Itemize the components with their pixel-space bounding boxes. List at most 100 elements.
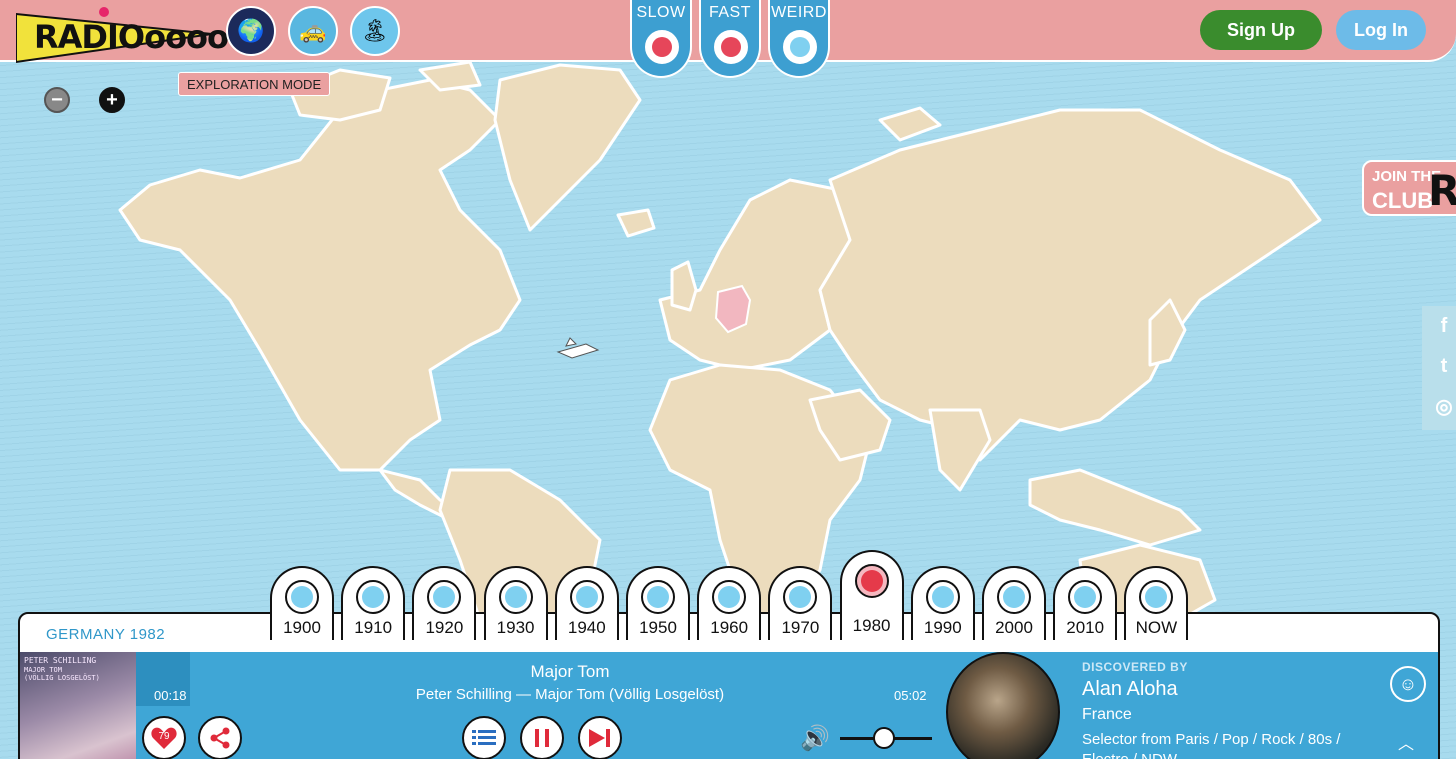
decade-indicator-icon [569,580,604,614]
island-iceland [616,208,656,238]
speed-tab-weird[interactable]: WEIRD [768,0,830,78]
speed-tab-slow-label: SLOW [636,4,686,21]
decade-selector: 1900 1910 1920 1930 1940 1950 1960 1970 1980 1990… [0,550,1456,640]
expand-chevron-up-icon[interactable]: ︿ [1398,730,1414,754]
total-time: 05:02 [894,688,927,703]
decade-tab-1920[interactable]: 1920 [412,566,477,640]
sign-up-button[interactable]: Sign Up [1200,10,1322,50]
decade-label: 1950 [639,618,677,637]
album-art-title: MAJOR TOM [24,666,62,674]
elapsed-time: 00:18 [154,688,187,703]
album-art-subtitle: (VÖLLIG LOSGELÖST) [24,674,100,682]
facebook-icon[interactable]: f [1432,314,1456,338]
decade-indicator-icon [1068,580,1103,614]
decade-tab-now[interactable]: NOW [1124,566,1189,640]
islands-southeast-asia [1028,468,1202,547]
decade-label: 1900 [283,618,321,637]
decade-tab-2010[interactable]: 2010 [1053,566,1118,640]
discoverer-name[interactable]: Alan Aloha [1082,678,1178,701]
taxi-glyph: 🚕 [299,18,327,43]
plus-icon: + [106,89,118,111]
speed-slow-indicator-icon [645,30,679,64]
like-button[interactable]: 79 [142,716,186,759]
globe-glyph: 🌍 [237,18,265,43]
twitter-icon[interactable]: t [1432,354,1456,378]
exploration-mode-badge: EXPLORATION MODE [178,72,331,96]
decade-tab-1970[interactable]: 1970 [768,566,833,640]
continent-north-america [118,78,522,472]
log-in-button[interactable]: Log In [1336,10,1426,50]
decade-label: 1980 [852,616,891,635]
decade-tab-1990[interactable]: 1990 [910,566,975,640]
follow-user-button[interactable]: ☺ [1390,666,1426,702]
social-bar: f t ◎ [1422,306,1456,430]
decade-tab-1900[interactable]: 1900 [270,566,334,640]
decade-label: NOW [1135,618,1178,637]
track-artist-album: Peter Schilling — Major Tom (Völlig Losg… [415,686,725,703]
decade-indicator-icon [854,564,889,598]
decade-tab-1910[interactable]: 1910 [341,566,406,640]
decade-indicator-icon [783,580,818,614]
taxi-mode-icon[interactable]: 🚕 [288,6,338,56]
share-button[interactable] [198,716,242,759]
decade-label: 1910 [354,618,393,637]
decade-indicator-icon [285,580,319,614]
pause-icon [535,729,549,747]
instagram-icon[interactable]: ◎ [1432,394,1456,418]
island-mode-icon[interactable]: 🏝 [350,6,400,56]
speed-tab-slow[interactable]: SLOW [630,0,692,78]
like-count: 79 [158,731,170,742]
zoom-out-button[interactable]: − [44,87,70,113]
decade-indicator-icon [925,580,960,614]
continent-asia [818,108,1322,462]
zoom-in-button[interactable]: + [99,87,125,113]
decade-label: 1920 [425,618,464,637]
decade-tab-1950[interactable]: 1950 [626,566,690,640]
island-uk [670,260,698,312]
continent-greenland [493,63,642,232]
album-art-artist: PETER SCHILLING [24,656,97,665]
decade-label: 1990 [923,618,962,637]
speed-weird-indicator-icon [783,30,817,64]
join-club-line2: CLUB [1372,188,1434,213]
decade-indicator-icon [641,580,675,614]
globe-mode-icon[interactable]: 🌍 [226,6,276,56]
add-user-icon: ☺ [1398,673,1418,694]
decade-indicator-icon [427,580,462,614]
minus-icon: − [51,89,63,111]
share-icon [210,727,230,749]
decade-label: 1930 [496,618,535,637]
join-the-club-button[interactable]: JOIN THE CLUB R [1362,160,1456,216]
decade-indicator-icon [1139,580,1174,614]
decade-tab-1980[interactable]: 1980 [839,550,904,640]
pause-button[interactable] [520,716,564,759]
discoverer-tags: Selector from Paris / Pop / Rock / 80s /… [1082,731,1341,759]
volume-icon[interactable]: 🔊 [800,724,830,753]
decade-label: 1970 [781,618,820,637]
discovered-by-label: DISCOVERED BY [1082,660,1188,674]
decade-label: 1940 [567,618,606,637]
list-icon [472,730,496,745]
next-track-button[interactable] [578,716,622,759]
country-germany-selected[interactable] [714,284,752,334]
islands-arctic-russia [878,106,942,142]
album-art: PETER SCHILLING MAJOR TOM (VÖLLIG LOSGEL… [20,652,136,759]
decade-tab-2000[interactable]: 2000 [982,566,1046,640]
decade-indicator-icon [498,580,533,614]
decade-label: 2010 [1066,618,1105,637]
skip-next-icon [589,729,610,747]
track-title: Major Tom [530,662,610,681]
decade-tab-1960[interactable]: 1960 [697,566,762,640]
radiooooo-logo[interactable]: RADIOoooo [15,6,229,66]
speed-tab-fast[interactable]: FAST [699,0,761,78]
decade-indicator-icon [712,580,747,614]
decade-tab-1940[interactable]: 1940 [554,566,619,640]
discoverer-country: France [1082,706,1132,723]
volume-slider-knob[interactable] [873,727,896,749]
decade-indicator-icon [997,580,1031,614]
speed-fast-indicator-icon [714,30,748,64]
decade-indicator-icon [356,580,391,614]
club-r-logo-icon: R [1428,166,1456,215]
decade-tab-1930[interactable]: 1930 [483,566,548,640]
playlist-button[interactable] [462,716,506,759]
